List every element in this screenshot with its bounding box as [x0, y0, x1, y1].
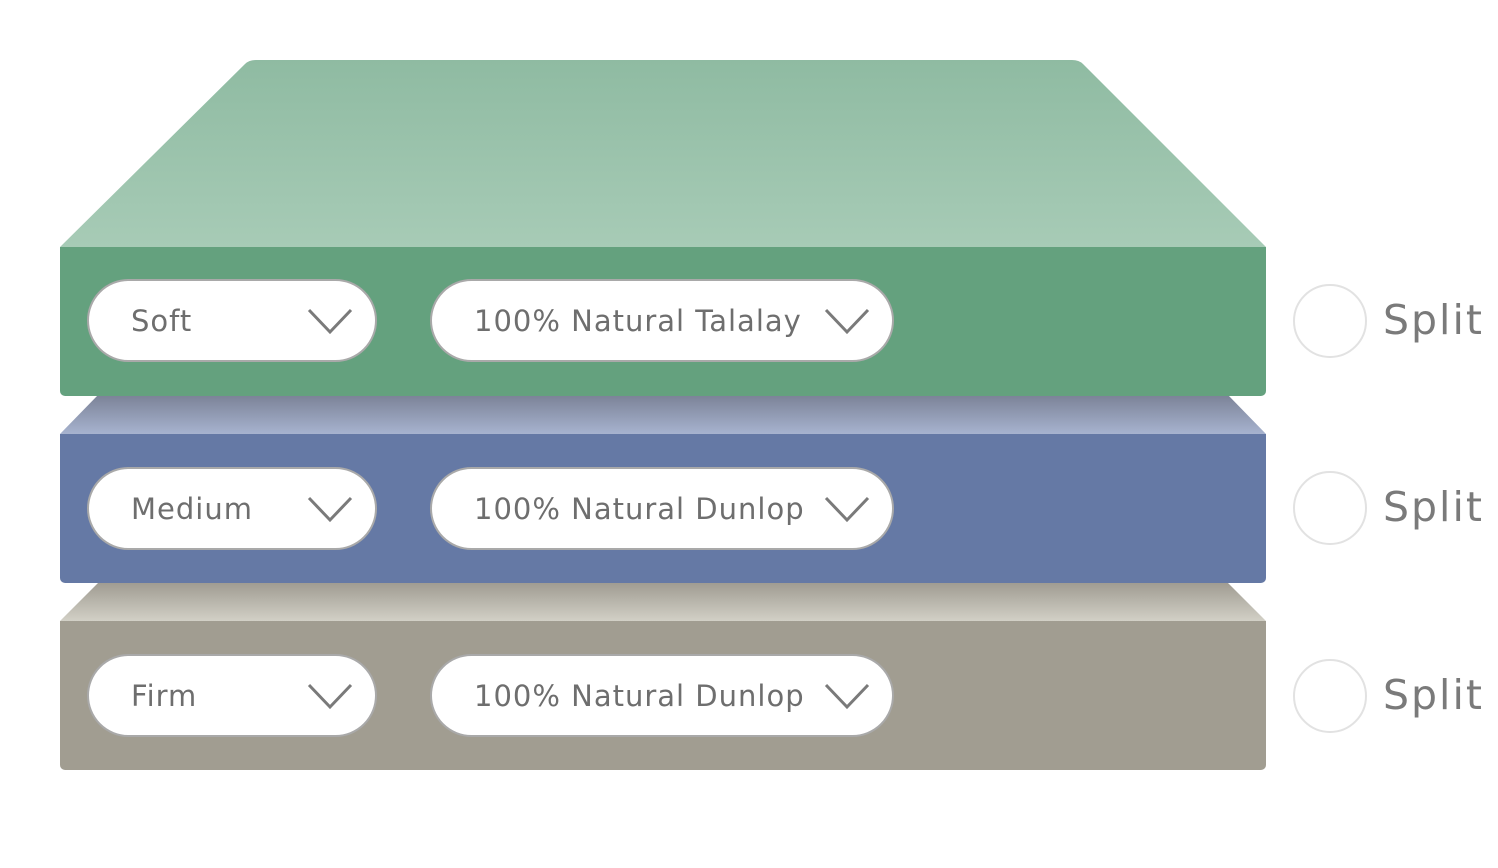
firmness-dropdown-middle[interactable]: Medium: [87, 467, 377, 550]
chevron-down-icon: [307, 308, 353, 335]
material-dropdown-bottom[interactable]: 100% Natural Dunlop: [430, 654, 894, 737]
dropdown-value: Firm: [131, 678, 198, 713]
dropdown-value: Medium: [131, 491, 253, 526]
chevron-down-icon: [307, 683, 353, 710]
split-radio-bottom[interactable]: [1293, 659, 1367, 733]
split-radio-middle[interactable]: [1293, 471, 1367, 545]
firmness-dropdown-bottom[interactable]: Firm: [87, 654, 377, 737]
dropdown-value: 100% Natural Talalay: [474, 303, 802, 338]
split-label: Split: [1383, 296, 1484, 344]
material-dropdown-top[interactable]: 100% Natural Talalay: [430, 279, 894, 362]
split-radio-top[interactable]: [1293, 284, 1367, 358]
dropdown-value: Soft: [131, 303, 193, 338]
split-label: Split: [1383, 483, 1484, 531]
split-label: Split: [1383, 671, 1484, 719]
chevron-down-icon: [824, 496, 870, 523]
chevron-down-icon: [824, 683, 870, 710]
material-dropdown-middle[interactable]: 100% Natural Dunlop: [430, 467, 894, 550]
dropdown-value: 100% Natural Dunlop: [474, 491, 805, 526]
firm-bevel: [60, 583, 1266, 621]
dropdown-value: 100% Natural Dunlop: [474, 678, 805, 713]
top-surface: [60, 60, 1266, 247]
medium-bevel: [60, 395, 1266, 434]
chevron-down-icon: [307, 496, 353, 523]
firmness-dropdown-top[interactable]: Soft: [87, 279, 377, 362]
chevron-down-icon: [824, 308, 870, 335]
